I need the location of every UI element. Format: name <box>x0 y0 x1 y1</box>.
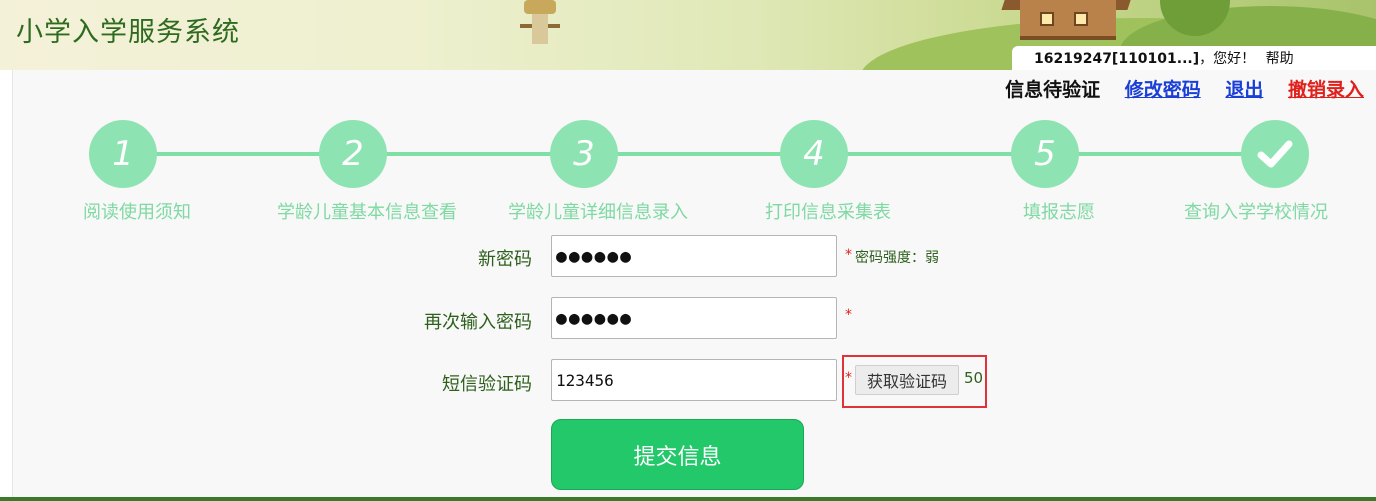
confirm-password-input[interactable] <box>551 297 837 339</box>
step-done-circle <box>1241 120 1309 188</box>
step-done-label: 查询入学学校情况 <box>1184 202 1328 223</box>
step-3-label: 学龄儿童详细信息录入 <box>508 202 688 223</box>
step-2-circle: 2 <box>319 120 387 188</box>
user-bar: 16219247[110101...]，您好！ 帮助 <box>1012 46 1376 70</box>
cancel-entry-link[interactable]: 撤销录入 <box>1288 79 1364 101</box>
app-title: 小学入学服务系统 <box>16 17 240 48</box>
sms-code-label: 短信验证码 <box>442 374 532 395</box>
required-mark: * <box>845 307 852 323</box>
banner-house-window <box>1040 12 1054 26</box>
step-2-label: 学龄儿童基本信息查看 <box>277 202 457 223</box>
sms-countdown: 50 <box>964 369 984 387</box>
step-1-label: 阅读使用须知 <box>83 202 191 223</box>
required-mark: * <box>845 370 852 386</box>
steps-connector-line <box>124 152 1274 156</box>
logout-link[interactable]: 退出 <box>1225 79 1263 101</box>
top-links: 信息待验证 修改密码 退出 撤销录入 <box>987 75 1364 102</box>
new-password-label: 新密码 <box>478 249 532 270</box>
step-1-circle: 1 <box>89 120 157 188</box>
checkmark-icon <box>1257 140 1293 168</box>
confirm-password-label: 再次输入密码 <box>424 312 532 333</box>
new-password-input[interactable] <box>551 235 837 277</box>
step-4-circle: 4 <box>780 120 848 188</box>
get-sms-code-button[interactable]: 获取验证码 <box>855 365 959 395</box>
step-4-label: 打印信息采集表 <box>765 202 891 223</box>
bottom-border <box>0 497 1376 501</box>
banner-house <box>1020 0 1116 40</box>
greeting-text: ，您好！ <box>1199 51 1256 67</box>
sms-code-input[interactable] <box>551 359 837 401</box>
header-banner: 小学入学服务系统 16219247[110101...]，您好！ 帮助 <box>0 0 1376 70</box>
step-3-circle: 3 <box>550 120 618 188</box>
submit-button[interactable]: 提交信息 <box>551 419 804 490</box>
password-strength-hint: 密码强度：弱 <box>855 250 939 266</box>
help-link[interactable]: 帮助 <box>1266 51 1294 67</box>
required-mark: * <box>845 247 852 263</box>
change-password-link[interactable]: 修改密码 <box>1125 79 1201 101</box>
verification-status: 信息待验证 <box>1005 79 1101 101</box>
step-5-circle: 5 <box>1011 120 1079 188</box>
banner-scarecrow <box>520 0 560 50</box>
banner-house-window <box>1074 12 1088 26</box>
user-id: 16219247[110101...] <box>1034 51 1200 67</box>
